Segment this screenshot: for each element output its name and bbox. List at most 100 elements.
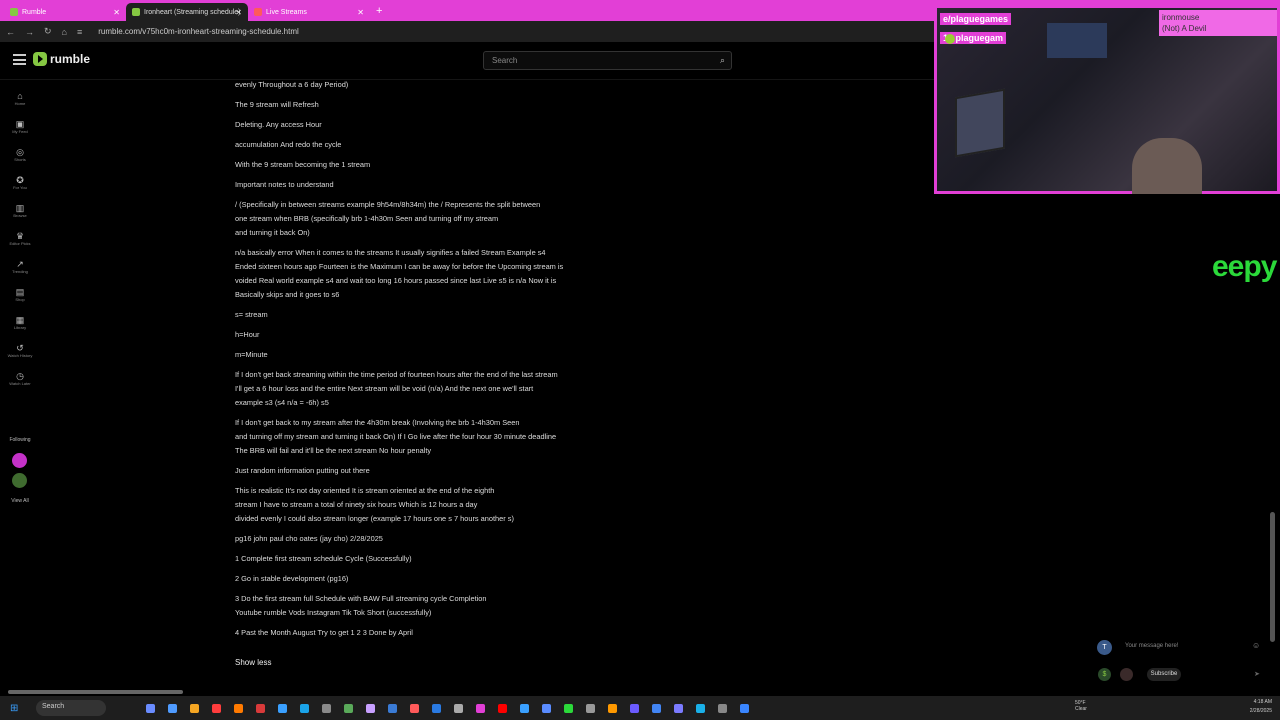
description-line: n/a basically error When it comes to the… [235,248,546,257]
taskbar-app-icon[interactable] [454,703,463,713]
taskbar-app-icon[interactable] [300,703,309,713]
sidebar-item-label: Trending [12,268,28,274]
sidebar-item-library[interactable]: ▦ Library [0,308,40,336]
taskbar-app-icon[interactable] [608,703,617,713]
taskbar-app-icon[interactable] [498,703,507,713]
eepy-overlay-text: eepy [1212,250,1277,283]
taskbar-app-icon[interactable] [718,703,727,713]
site-info-icon[interactable]: ≡ [77,27,82,37]
taskbar-app-icon[interactable] [520,703,529,713]
tab-live-streams[interactable]: Live Streams ✕ [248,3,370,21]
weather-widget[interactable]: 50°F Clear [1075,700,1087,712]
sidebar-item-browse[interactable]: ▥ Browse [0,196,40,224]
following-heading: Following [9,437,31,443]
description-line: With the 9 stream becoming the 1 stream [235,160,371,169]
sidebar-item-editor-picks[interactable]: ♛ Editor Picks [0,224,40,252]
taskbar-app-icon[interactable] [146,703,155,713]
close-tab-icon[interactable]: ✕ [357,8,364,17]
sidebar-item-watch-later[interactable]: ◷ Watch Later [0,364,40,392]
sidebar-item-home[interactable]: ⌂ Home [0,84,40,112]
scrollbar[interactable] [1270,512,1275,642]
taskbar-app-icon[interactable] [190,703,199,713]
overlay-subtitle: (Not) A Devil [1162,24,1207,33]
description-line: stream I have to stream a total of ninet… [235,500,478,509]
sidebar-item-label: Browse [13,212,27,218]
clock-time: 4:18 AM [1253,699,1272,705]
taskbar-app-icon[interactable] [168,703,177,713]
send-icon[interactable]: ➤ [1254,670,1260,678]
sidebar-item-trending[interactable]: ↗ Trending [0,252,40,280]
taskbar-app-icon[interactable] [696,703,705,713]
taskbar-app-icon[interactable] [630,703,639,713]
sidebar-item-label: Watch Later [9,380,31,386]
description-line: accumulation And redo the cycle [235,140,342,149]
foryou-icon: ✪ [16,174,24,185]
taskbar-app-icon[interactable] [366,703,375,713]
taskbar-app-icon[interactable] [564,703,573,713]
emoji-icon[interactable]: ☺ [1252,641,1260,650]
system-clock[interactable]: 4:18 AM 2/28/2025 [1250,698,1272,716]
taskbar-app-icon[interactable] [740,703,749,713]
subscribe-button[interactable]: Subscribe [1147,668,1181,681]
taskbar-app-icon[interactable] [212,703,221,713]
overlay-name-card: ironmouse (Not) A Devil [1159,10,1277,36]
menu-icon[interactable] [13,54,26,65]
taskbar-app-icon[interactable] [388,703,397,713]
tab-rumble[interactable]: Rumble ✕ [4,3,126,21]
rumble-logo-icon [33,52,47,66]
record-icon[interactable] [1120,668,1133,681]
overlay-handle: e/plaguegames [940,13,1012,25]
home-nav-icon[interactable]: ⌂ [62,27,67,37]
rumble-logo[interactable]: rumble [33,52,90,66]
taskbar-app-icon[interactable] [674,703,683,713]
sidebar-item-shorts[interactable]: ◎ Shorts [0,140,40,168]
taskbar-search[interactable]: Search [36,700,106,716]
sidebar-item-label: Library [13,324,27,330]
search-icon[interactable]: ⌕ [720,55,725,66]
taskbar-app-icon[interactable] [234,703,243,713]
description-line: The 9 stream will Refresh [235,100,319,109]
show-less-link[interactable]: Show less [235,658,271,667]
rumble-favicon-icon [10,8,18,16]
sidebar-item-my-feed[interactable]: ▣ My Feed [0,112,40,140]
tab-ironheart[interactable]: Ironheart (Streaming schedule) ✕ [126,3,248,21]
back-icon[interactable]: ← [6,27,15,37]
taskbar-app-icon[interactable] [586,703,595,713]
close-tab-icon[interactable]: ✕ [235,8,242,17]
taskbar-app-icon[interactable] [476,703,485,713]
taskbar-app-icon[interactable] [652,703,661,713]
description-line: Deleting. Any access Hour [235,120,322,129]
tab-label: Live Streams [266,8,307,16]
avatar[interactable] [12,473,27,488]
taskbar-app-icon[interactable] [256,703,265,713]
taskbar-app-icon[interactable] [542,703,551,713]
shop-icon: ▤ [15,286,25,297]
sidebar-item-watch-history[interactable]: ↺ Watch History [0,336,40,364]
description-line: divided evenly I could also stream longe… [235,514,514,523]
description-line: If I don't get back streaming within the… [235,370,558,379]
new-tab-icon[interactable]: + [376,5,382,17]
url-field[interactable]: rumble.com/v75hc0m-ironheart-streaming-s… [98,27,299,36]
taskbar-app-icon[interactable] [432,703,441,713]
description-line: Basically skips and it goes to s6 [235,290,340,299]
sidebar-item-for-you[interactable]: ✪ For You [0,168,40,196]
avatar[interactable] [12,453,27,468]
search-placeholder: Search [492,56,518,65]
view-all-link[interactable]: View All [0,498,40,504]
windows-start-icon[interactable]: ⊞ [10,703,24,714]
forward-icon[interactable]: → [25,27,34,37]
taskbar-app-icon[interactable] [344,703,353,713]
browse-icon: ▥ [15,202,25,213]
taskbar-app-icon[interactable] [278,703,287,713]
reload-icon[interactable]: ↻ [44,26,52,37]
sidebar-item-label: For You [13,184,27,190]
taskbar-app-icon[interactable] [410,703,419,713]
taskbar-app-icon[interactable] [322,703,331,713]
rant-icon[interactable]: $ [1098,668,1111,681]
sidebar-item-shop[interactable]: ▤ Shop [0,280,40,308]
close-tab-icon[interactable]: ✕ [113,8,120,17]
description-line: The BRB will fail and it'll be the next … [235,446,432,455]
search-input[interactable]: Search ⌕ [483,51,732,70]
horizontal-scrollbar[interactable] [8,690,183,694]
chat-input[interactable]: Your message here! [1125,643,1178,649]
